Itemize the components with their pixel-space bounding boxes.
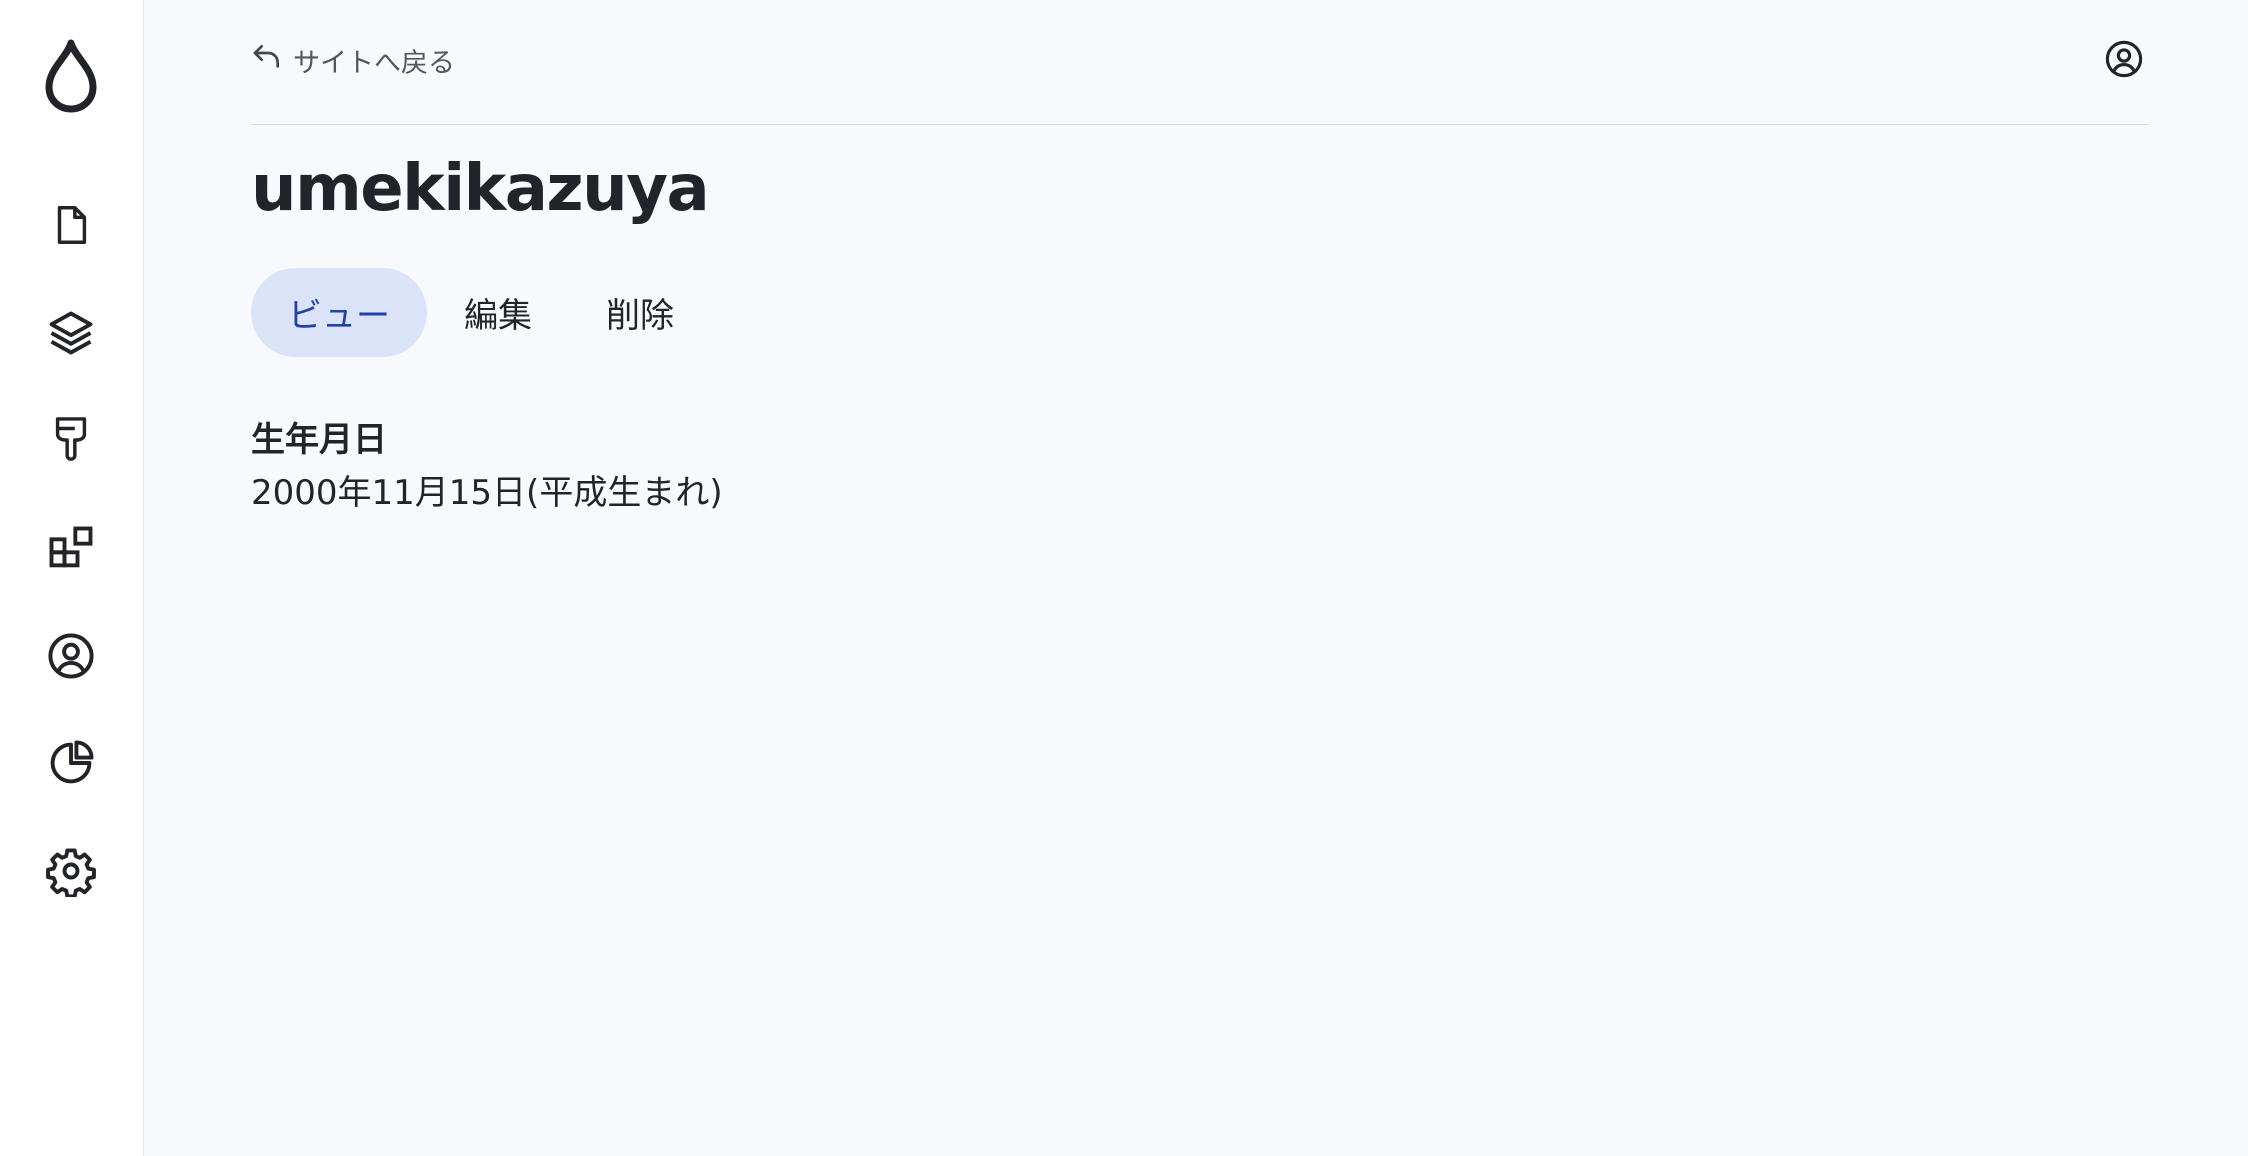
user-circle-icon xyxy=(45,630,97,682)
pie-chart-icon xyxy=(45,737,97,789)
tab-view[interactable]: ビュー xyxy=(251,268,427,357)
admin-sidebar xyxy=(0,0,144,1156)
page-title: umekikazuya xyxy=(251,152,710,226)
drupal-drop-icon[interactable] xyxy=(38,36,104,116)
top-bar: サイトへ戻る xyxy=(251,30,2149,125)
tab-edit[interactable]: 編集 xyxy=(427,268,569,357)
sidebar-item-structure[interactable] xyxy=(36,298,106,368)
paint-brush-icon xyxy=(48,415,94,465)
extensions-icon xyxy=(45,522,97,574)
undo-arrow-icon xyxy=(251,41,283,80)
sidebar-item-content[interactable] xyxy=(36,190,106,260)
user-account-button[interactable] xyxy=(2099,36,2149,86)
main-content: サイトへ戻る umekikazuya ビュー 編集 削除 生年月日 2000年1… xyxy=(144,0,2248,1156)
sidebar-item-extend[interactable] xyxy=(36,513,106,583)
sidebar-item-configuration[interactable] xyxy=(36,836,106,906)
back-to-site-label: サイトへ戻る xyxy=(293,47,455,79)
local-tasks-tabs: ビュー 編集 削除 xyxy=(251,268,711,357)
sidebar-item-appearance[interactable] xyxy=(36,405,106,475)
file-icon xyxy=(48,202,94,248)
tab-delete[interactable]: 削除 xyxy=(569,268,711,357)
sidebar-item-reports[interactable] xyxy=(36,728,106,798)
user-circle-icon xyxy=(2103,38,2145,84)
gear-icon xyxy=(45,845,97,897)
layers-icon xyxy=(45,307,97,359)
birthday-field-value: 2000年11月15日(平成生まれ) xyxy=(251,473,723,513)
birthday-field-label: 生年月日 xyxy=(251,420,387,460)
back-to-site-link[interactable]: サイトへ戻る xyxy=(251,36,455,84)
sidebar-item-people[interactable] xyxy=(36,621,106,691)
